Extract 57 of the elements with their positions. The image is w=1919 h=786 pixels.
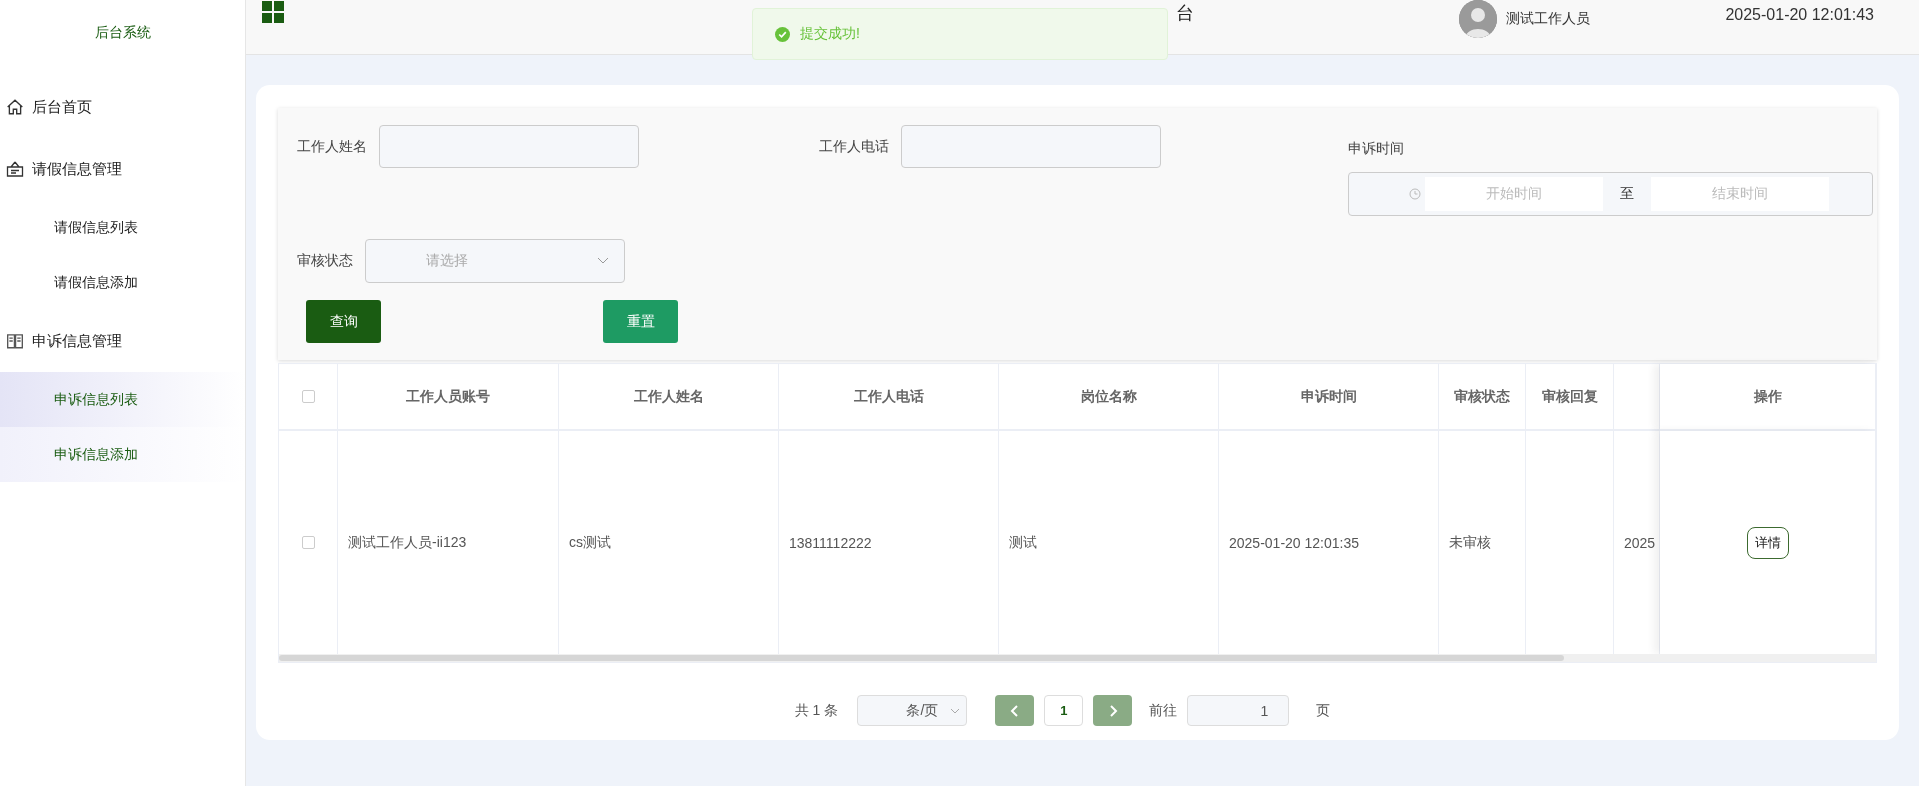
reset-button[interactable]: 重置: [603, 300, 678, 343]
goto-page-field[interactable]: 1: [1187, 695, 1290, 726]
field-label: 审核状态: [297, 252, 353, 270]
tray-icon: [6, 160, 24, 178]
chevron-left-icon: [1009, 704, 1020, 717]
detail-button[interactable]: 详情: [1746, 526, 1789, 559]
next-page-button[interactable]: [1093, 695, 1133, 726]
avatar[interactable]: [1459, 0, 1497, 38]
date-range-field[interactable]: 开始时间 至 结束时间: [1348, 172, 1873, 216]
grid-icon[interactable]: [261, 0, 286, 25]
table-cell: 2025-01-20 12:01:35: [1229, 534, 1359, 551]
chevron-down-icon: [597, 257, 609, 265]
table-cell: 未审核: [1449, 533, 1491, 552]
goto-label: 前往: [1149, 701, 1178, 720]
submenu-item[interactable]: 请假信息列表: [0, 200, 245, 255]
chevron-right-icon: [1107, 704, 1118, 717]
column-header: 操作: [1753, 387, 1782, 406]
table-cell: 2025: [1624, 534, 1656, 551]
field-label: 工作人姓名: [297, 137, 367, 156]
input-field[interactable]: [379, 125, 639, 168]
total-count: 共 1 条: [794, 701, 839, 720]
table-cell: cs测试: [569, 533, 611, 552]
column-header: 工作人姓名: [633, 387, 704, 406]
field-label: 申诉时间: [1348, 140, 1405, 158]
scrollbar[interactable]: [279, 655, 1564, 661]
menu-item[interactable]: 申诉信息管理: [0, 310, 245, 372]
table-cell: 13811112222: [789, 534, 872, 551]
prev-page-button[interactable]: [995, 695, 1035, 726]
menu-item[interactable]: 请假信息管理: [0, 138, 245, 200]
checkbox[interactable]: [301, 536, 315, 549]
table-cell: 测试工作人员-ii123: [348, 533, 467, 552]
page-size-select[interactable]: 条/页: [857, 695, 968, 726]
submenu-item[interactable]: 请假信息添加: [0, 255, 245, 310]
column-header: 工作人电话: [853, 387, 924, 406]
home-icon: [6, 98, 24, 116]
page-suffix: 页: [1316, 701, 1331, 720]
query-button[interactable]: 查询: [306, 300, 381, 343]
input-field[interactable]: [901, 125, 1161, 168]
field-label: 工作人电话: [819, 137, 889, 156]
column-header: 申诉时间: [1300, 387, 1357, 406]
datetime: 2025-01-20 12:01:43: [1725, 6, 1874, 24]
chevron-down-icon: [950, 707, 961, 714]
checkbox[interactable]: [301, 390, 315, 403]
success-toast: 提交成功!: [752, 8, 1168, 60]
page-number[interactable]: 1: [1044, 695, 1084, 726]
check-circle-icon: [775, 26, 790, 42]
book-icon: [6, 332, 24, 350]
table-cell: 测试: [1009, 533, 1037, 552]
user-name[interactable]: 测试工作人员: [1506, 10, 1590, 28]
clock-icon: [1409, 188, 1421, 200]
app-title: 后台系统: [93, 22, 152, 42]
column-header: 岗位名称: [1080, 387, 1137, 406]
column-header: 审核状态: [1454, 387, 1510, 406]
menu-item[interactable]: 后台首页: [0, 76, 245, 138]
column-header: 审核回复: [1541, 387, 1598, 406]
column-header: 工作人员账号: [406, 387, 490, 406]
page-title: 台: [1176, 4, 1194, 22]
